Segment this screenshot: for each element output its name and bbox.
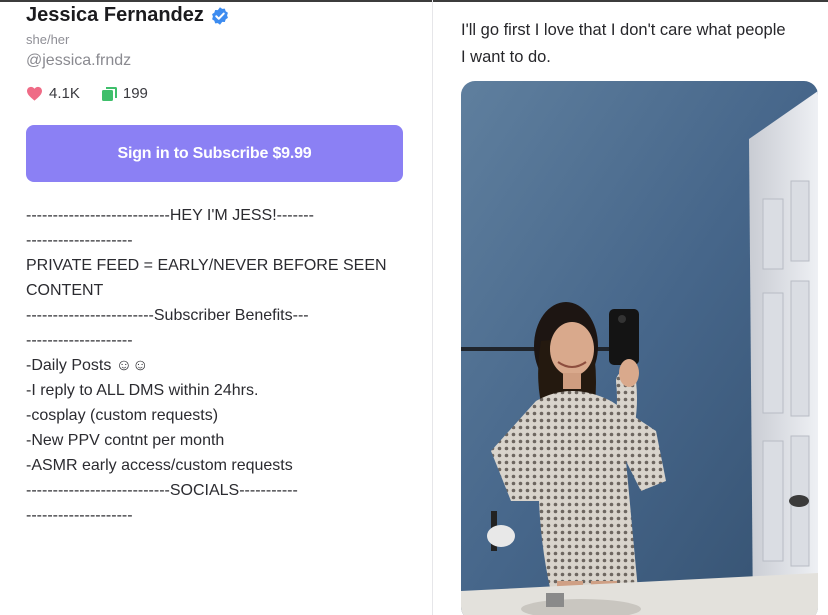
bio-line: -ASMR early access/custom requests <box>26 457 293 474</box>
bio-line: -Daily Posts ☺☺ <box>26 357 149 374</box>
post-photo[interactable] <box>461 81 818 615</box>
posts-count: 199 <box>122 85 148 102</box>
bio-line: -New PPV contnt per month <box>26 432 225 449</box>
mirror-selfie-illustration <box>461 81 818 615</box>
bio-line: -I reply to ALL DMS within 24hrs. <box>26 382 259 399</box>
verified-badge-icon <box>211 6 228 25</box>
posts-stat: 199 <box>101 85 148 102</box>
bio-line: CONTENT <box>26 282 104 299</box>
profile-bio: ---------------------------HEY I'M JESS!… <box>26 203 416 528</box>
profile-name-row: Jessica Fernandez <box>26 4 230 27</box>
post-caption: I'll go first I love that I don't care w… <box>461 17 828 71</box>
subscribe-button[interactable]: Sign in to Subscribe $9.99 <box>26 125 403 182</box>
bio-line: -cosplay (custom requests) <box>26 407 219 424</box>
profile-stats: 4.1K 199 <box>26 85 170 102</box>
post-panel: I'll go first I love that I don't care w… <box>433 0 828 615</box>
bio-line: -------------------- <box>26 507 133 524</box>
post-count-icon <box>101 86 117 101</box>
bio-line: PRIVATE FEED = EARLY/NEVER BEFORE SEEN <box>26 257 387 274</box>
bio-line: ---------------------------SOCIALS------… <box>26 482 298 499</box>
bio-line: -------------------- <box>26 232 133 249</box>
bio-line: ---------------------------HEY I'M JESS!… <box>26 207 314 224</box>
post-caption-line: I want to do. <box>461 48 551 66</box>
profile-name: Jessica Fernandez <box>26 4 204 26</box>
profile-sidebar: Jessica Fernandez she/her @jessica.frndz… <box>0 0 432 615</box>
profile-handle: @jessica.frndz <box>26 52 132 69</box>
likes-stat: 4.1K <box>26 85 80 102</box>
likes-count: 4.1K <box>49 85 80 102</box>
bio-line: -------------------- <box>26 332 133 349</box>
heart-icon <box>27 86 42 101</box>
pronouns: she/her <box>26 32 70 47</box>
bio-line: ------------------------Subscriber Benef… <box>26 307 309 324</box>
post-caption-line: I'll go first I love that I don't care w… <box>461 21 786 39</box>
